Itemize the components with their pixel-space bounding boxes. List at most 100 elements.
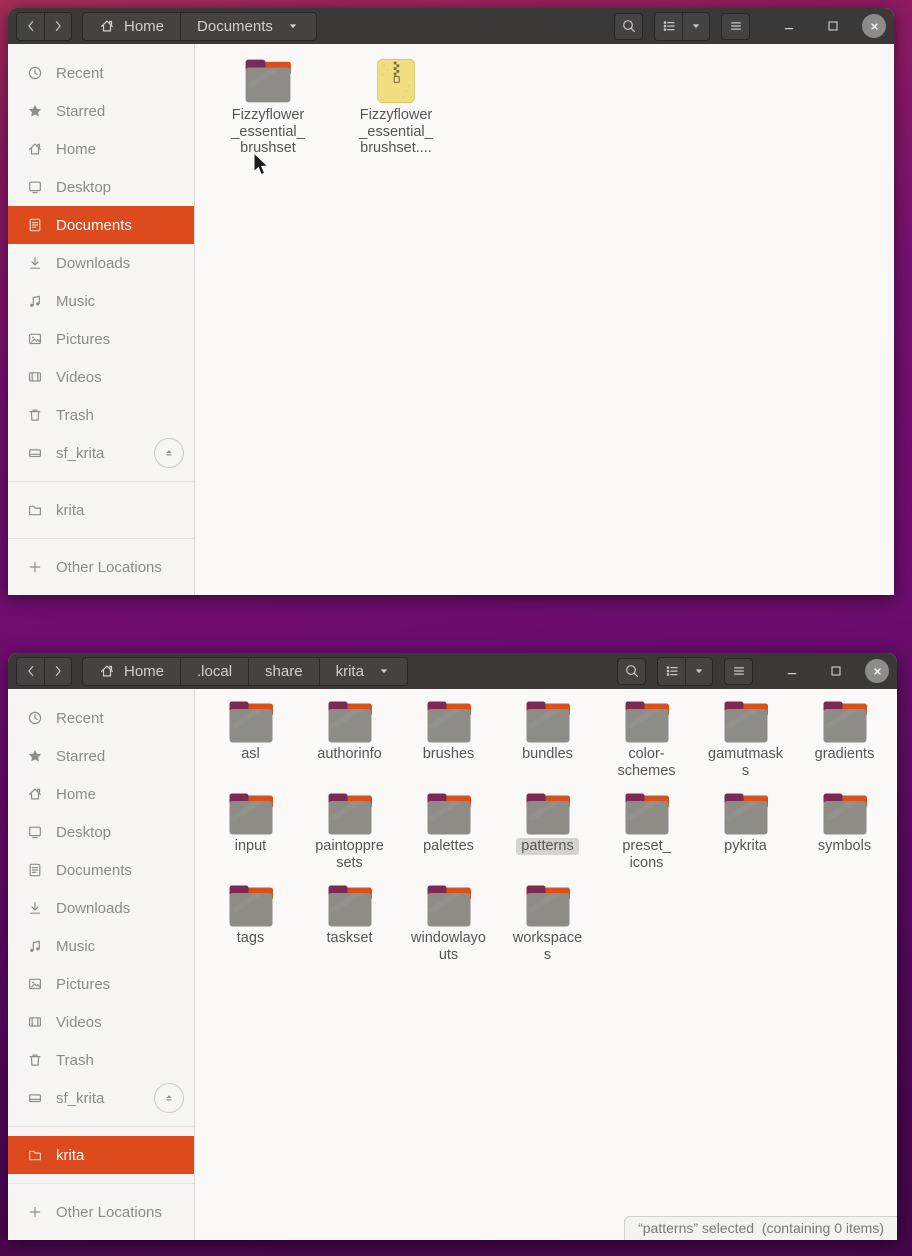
file-area[interactable]: asl authorinfo brushes bundles color-schemes…: [195, 689, 897, 1240]
file-label-line: tags: [236, 930, 265, 946]
music-icon: [27, 938, 43, 954]
eject-button[interactable]: [154, 438, 184, 468]
view-options-dropdown[interactable]: [685, 657, 712, 685]
folder-item-preset-icons[interactable]: preset_ icons: [597, 789, 696, 881]
sidebar-item-videos[interactable]: Videos: [8, 358, 194, 396]
sidebar-item-sf-krita[interactable]: sf_krita: [8, 434, 194, 472]
sidebar-item-other-locations[interactable]: Other Locations: [8, 548, 194, 586]
sidebar-item-krita[interactable]: krita: [8, 491, 194, 529]
titlebar: Home .local share krita: [8, 653, 897, 689]
path-button-krita[interactable]: krita: [318, 657, 407, 685]
folder-item-workspaces[interactable]: workspace s: [498, 881, 597, 973]
sidebar-item-starred[interactable]: Starred: [8, 92, 194, 130]
folder-item-patterns[interactable]: patterns: [498, 789, 597, 881]
folder-item-bundles[interactable]: bundles: [498, 697, 597, 789]
sidebar-item-label: Recent: [56, 64, 104, 82]
view-options-dropdown[interactable]: [682, 12, 709, 40]
folder-item-fizzyflower-essential-brushset[interactable]: Fizzyflower _essential_ brushset: [211, 54, 325, 174]
folder-item-gamutmasks[interactable]: gamutmask s: [696, 697, 795, 789]
close-button[interactable]: [865, 659, 889, 683]
file-label: paintoppre sets: [315, 838, 384, 871]
sidebar: Recent Starred Home Desktop Documents Downloa…: [8, 44, 195, 595]
titlebar-actions: [603, 11, 886, 41]
list-view-button[interactable]: [655, 12, 682, 40]
sidebar-item-label: Videos: [56, 368, 102, 386]
sidebar-item-pictures[interactable]: Pictures: [8, 965, 194, 1003]
close-button[interactable]: [862, 14, 886, 38]
folder-item-asl[interactable]: asl: [201, 697, 300, 789]
folder-item-tags[interactable]: tags: [201, 881, 300, 973]
minimize-button[interactable]: [779, 658, 805, 684]
file-area[interactable]: Fizzyflower _essential_ brushset Fizzyflowe…: [195, 44, 894, 595]
sidebar-item-label: Recent: [56, 709, 104, 727]
folder-item-taskset[interactable]: taskset: [300, 881, 399, 973]
folder-icon: [326, 793, 374, 835]
folder-item-palettes[interactable]: palettes: [399, 789, 498, 881]
sidebar-item-home[interactable]: Home: [8, 775, 194, 813]
file-label-line: schemes: [617, 762, 676, 779]
folder-item-color-schemes[interactable]: color-schemes: [597, 697, 696, 789]
forward-button[interactable]: [44, 657, 71, 685]
eject-button[interactable]: [154, 1083, 184, 1113]
path-button-home[interactable]: Home: [83, 657, 181, 685]
titlebar-actions: [606, 656, 889, 686]
sidebar-item-music[interactable]: Music: [8, 282, 194, 320]
back-button[interactable]: [17, 12, 44, 40]
maximize-button[interactable]: [823, 658, 849, 684]
file-label-line: windowlayo: [411, 930, 486, 946]
folder-item-input[interactable]: input: [201, 789, 300, 881]
maximize-button[interactable]: [820, 13, 846, 39]
search-button[interactable]: [617, 657, 646, 685]
folder-item-windowlayouts[interactable]: windowlayo uts: [399, 881, 498, 973]
path-button-home[interactable]: Home: [83, 12, 181, 40]
path-button-label: .local: [197, 662, 233, 680]
sidebar-item-desktop[interactable]: Desktop: [8, 813, 194, 851]
sidebar-item-trash[interactable]: Trash: [8, 396, 194, 434]
path-button-local[interactable]: .local: [180, 657, 249, 685]
minimize-button[interactable]: [776, 13, 802, 39]
sidebar-item-label: Downloads: [56, 899, 131, 917]
sidebar-item-pictures[interactable]: Pictures: [8, 320, 194, 358]
path-button-documents[interactable]: Documents: [180, 12, 316, 40]
list-view-button[interactable]: [658, 657, 685, 685]
folder-icon: [425, 793, 473, 835]
menu-button[interactable]: [721, 12, 750, 40]
sidebar-item-recent[interactable]: Recent: [8, 699, 194, 737]
file-label-line: brushes: [422, 746, 475, 762]
folder-icon: [524, 793, 572, 835]
folder-item-paintoppresets[interactable]: paintoppre sets: [300, 789, 399, 881]
menu-button[interactable]: [724, 657, 753, 685]
home-icon: [99, 663, 115, 679]
folder-item-pykrita[interactable]: pykrita: [696, 789, 795, 881]
folder-item-gradients[interactable]: gradients: [795, 697, 894, 789]
sidebar-item-other-locations[interactable]: Other Locations: [8, 1193, 194, 1231]
file-label: preset_ icons: [622, 838, 670, 871]
sidebar-item-videos[interactable]: Videos: [8, 1003, 194, 1041]
folder-item-brushes[interactable]: brushes: [399, 697, 498, 789]
file-label: workspace s: [513, 930, 582, 963]
file-item-fizzyflower-essential-brushset[interactable]: Fizzyflower _essential_ brushset....: [339, 54, 453, 174]
file-label-line: s: [741, 762, 750, 779]
sidebar-item-sf-krita[interactable]: sf_krita: [8, 1079, 194, 1117]
folder-item-authorinfo[interactable]: authorinfo: [300, 697, 399, 789]
sidebar-item-music[interactable]: Music: [8, 927, 194, 965]
sidebar-item-label: Desktop: [56, 178, 112, 196]
folder-icon: [821, 701, 869, 743]
folder-item-symbols[interactable]: symbols: [795, 789, 894, 881]
sidebar-item-downloads[interactable]: Downloads: [8, 244, 194, 282]
sidebar-item-recent[interactable]: Recent: [8, 54, 194, 92]
sidebar-item-documents[interactable]: Documents: [8, 206, 194, 244]
sidebar-item-home[interactable]: Home: [8, 130, 194, 168]
file-label: Fizzyflower _essential_ brushset: [231, 107, 304, 157]
search-button[interactable]: [614, 12, 643, 40]
back-button[interactable]: [17, 657, 44, 685]
forward-button[interactable]: [44, 12, 71, 40]
file-label-line: gradients: [814, 746, 875, 762]
sidebar-item-documents[interactable]: Documents: [8, 851, 194, 889]
sidebar-item-trash[interactable]: Trash: [8, 1041, 194, 1079]
path-button-share[interactable]: share: [248, 657, 319, 685]
sidebar-item-starred[interactable]: Starred: [8, 737, 194, 775]
sidebar-item-desktop[interactable]: Desktop: [8, 168, 194, 206]
sidebar-item-downloads[interactable]: Downloads: [8, 889, 194, 927]
sidebar-item-krita[interactable]: krita: [8, 1136, 194, 1174]
